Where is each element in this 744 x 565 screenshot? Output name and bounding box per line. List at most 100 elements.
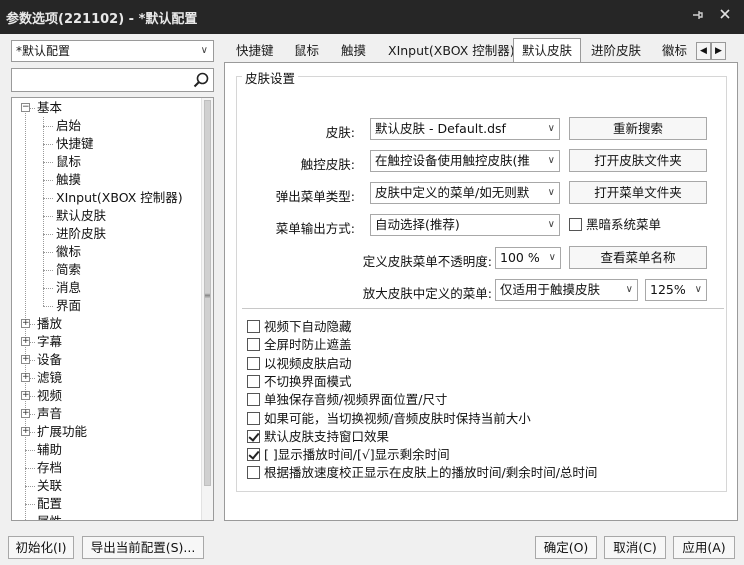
checkbox-box[interactable] <box>569 218 582 231</box>
option-checkbox[interactable]: 如果可能，当切换视频/音频皮肤时保持当前大小 <box>247 410 531 428</box>
rescan-button[interactable]: 重新搜索 <box>569 117 707 140</box>
tab-mouse[interactable]: 鼠标 <box>286 41 327 63</box>
menu-output-select[interactable]: 自动选择(推荐) ∨ <box>370 214 560 236</box>
initialize-button[interactable]: 初始化(I) <box>8 536 74 559</box>
checkbox-box[interactable] <box>247 320 260 333</box>
search-input[interactable] <box>11 68 214 92</box>
view-menu-names-button[interactable]: 查看菜单名称 <box>569 246 707 269</box>
tab-default-skin[interactable]: 默认皮肤 <box>513 38 582 63</box>
menu-opacity-select[interactable]: 100 % ∨ <box>495 247 561 269</box>
option-checkbox[interactable]: [ ]显示播放时间/[√]显示剩余时间 <box>247 446 450 464</box>
tab-advanced-skin[interactable]: 进阶皮肤 <box>583 41 649 63</box>
option-checkbox[interactable]: 根据播放速度校正显示在皮肤上的播放时间/剩余时间/总时间 <box>247 464 597 482</box>
tree-item-category[interactable]: 视频 <box>37 387 62 405</box>
profile-select[interactable]: *默认配置 ∨ <box>11 40 214 62</box>
tab-shortcuts[interactable]: 快捷键 <box>228 41 282 63</box>
checkbox-box[interactable] <box>247 338 260 352</box>
tab-logo[interactable]: 徽标 <box>654 41 695 63</box>
checkbox-box[interactable] <box>247 466 260 480</box>
close-icon[interactable] <box>716 8 734 26</box>
popup-menu-type-label: 弹出菜单类型: <box>275 189 355 204</box>
tree-item-page[interactable]: XInput(XBOX 控制器) <box>56 189 183 207</box>
ok-button[interactable]: 确定(O) <box>535 536 597 559</box>
tree-item-category[interactable]: 辅助 <box>37 441 62 459</box>
tree-item-page[interactable]: 触摸 <box>56 171 81 189</box>
checkbox-box[interactable] <box>247 429 260 443</box>
tree-item-category[interactable]: 存档 <box>37 459 62 477</box>
touch-skin-select-value: 在触控设备使用触控皮肤(推 <box>375 153 530 168</box>
checkbox-box[interactable] <box>247 411 260 425</box>
skin-select[interactable]: 默认皮肤 - Default.dsf ∨ <box>370 118 560 140</box>
dark-system-menu-checkbox[interactable]: 黑暗系统菜单 <box>569 216 661 234</box>
tree-item-category[interactable]: 属性 <box>37 513 62 520</box>
tree-item-page[interactable]: 默认皮肤 <box>56 207 106 225</box>
tab-scroll-right-icon[interactable]: ▶ <box>711 42 726 60</box>
chevron-down-icon: ∨ <box>623 280 633 300</box>
apply-button[interactable]: 应用(A) <box>673 536 735 559</box>
option-checkbox-label: 全屏时防止遮盖 <box>264 337 352 353</box>
pin-icon[interactable] <box>688 8 706 26</box>
option-checkbox[interactable]: 不切换界面模式 <box>247 373 352 391</box>
search-icon[interactable] <box>192 71 210 89</box>
tree-item-category[interactable]: 播放 <box>37 315 62 333</box>
tree-item-category[interactable]: 扩展功能 <box>37 423 87 441</box>
tree-item-page[interactable]: 简索 <box>56 261 81 279</box>
expand-icon[interactable]: + <box>21 427 30 436</box>
option-checkbox-label: 不切换界面模式 <box>264 373 352 389</box>
checkbox-box[interactable] <box>247 393 260 407</box>
checkbox-box[interactable] <box>247 356 260 370</box>
tab-touch[interactable]: 触摸 <box>333 41 374 63</box>
tab-xinput[interactable]: XInput(XBOX 控制器) <box>380 41 523 63</box>
settings-tree[interactable]: ≡ − 基本 启始 快捷键 鼠标 触摸 XInput(XBOX 控制器) 默认皮肤 进阶皮肤 徽标… <box>11 97 214 521</box>
option-checkbox[interactable]: 默认皮肤支持窗口效果 <box>247 428 389 446</box>
tree-item-category[interactable]: 字幕 <box>37 333 62 351</box>
expand-icon[interactable]: + <box>21 355 30 364</box>
tree-item-category[interactable]: 关联 <box>37 477 62 495</box>
tree-item-category[interactable]: 配置 <box>37 495 62 513</box>
option-checkbox[interactable]: 单独保存音频/视频界面位置/尺寸 <box>247 391 447 409</box>
expand-icon[interactable]: + <box>21 319 30 328</box>
tab-scroll-left-icon[interactable]: ◀ <box>696 42 711 60</box>
expand-icon[interactable]: + <box>21 337 30 346</box>
cancel-button[interactable]: 取消(C) <box>604 536 666 559</box>
expand-icon[interactable]: + <box>21 373 30 382</box>
tree-item-page[interactable]: 消息 <box>56 279 81 297</box>
option-checkbox[interactable]: 视频下自动隐藏 <box>247 318 352 336</box>
enlarge-menu-label: 放大皮肤中定义的菜单: <box>362 286 492 301</box>
collapse-icon[interactable]: − <box>21 103 30 112</box>
tree-connector-line <box>25 486 35 487</box>
tree-item-page[interactable]: 界面 <box>56 297 81 315</box>
enlarge-percent-select[interactable]: 125% ∨ <box>645 279 707 301</box>
open-skin-folder-button[interactable]: 打开皮肤文件夹 <box>569 149 707 172</box>
tree-connector-line <box>43 117 44 306</box>
open-menu-folder-button[interactable]: 打开菜单文件夹 <box>569 181 707 204</box>
tree-item-category[interactable]: 声音 <box>37 405 62 423</box>
option-checkbox-label: 根据播放速度校正显示在皮肤上的播放时间/剩余时间/总时间 <box>264 465 598 481</box>
tree-item-category[interactable]: 设备 <box>37 351 62 369</box>
export-config-button[interactable]: 导出当前配置(S)... <box>82 536 204 559</box>
option-checkbox[interactable]: 以视频皮肤启动 <box>247 355 352 373</box>
enlarge-menu-select-value: 仅适用于触摸皮肤 <box>500 282 601 297</box>
tree-item-category[interactable]: 基本 <box>37 99 62 117</box>
checkbox-box[interactable] <box>247 374 260 388</box>
touch-skin-select[interactable]: 在触控设备使用触控皮肤(推 ∨ <box>370 150 560 172</box>
tree-item-page[interactable]: 快捷键 <box>56 135 94 153</box>
enlarge-menu-select[interactable]: 仅适用于触摸皮肤 ∨ <box>495 279 638 301</box>
expand-icon[interactable]: + <box>21 409 30 418</box>
tree-item-page[interactable]: 徽标 <box>56 243 81 261</box>
tree-item-page[interactable]: 进阶皮肤 <box>56 225 106 243</box>
title-bar: 参数选项(221102) - *默认配置 <box>0 0 744 34</box>
tree-scrollbar[interactable]: ≡ <box>201 98 213 520</box>
chevron-down-icon: ∨ <box>545 183 555 203</box>
tree-item-page[interactable]: 启始 <box>56 117 81 135</box>
popup-menu-type-select[interactable]: 皮肤中定义的菜单/如无则默 ∨ <box>370 182 560 204</box>
tree-item-page[interactable]: 鼠标 <box>56 153 81 171</box>
chevron-down-icon: ∨ <box>200 45 208 56</box>
expand-icon[interactable]: + <box>21 391 30 400</box>
tree-connector-line <box>43 252 53 253</box>
option-checkbox[interactable]: 全屏时防止遮盖 <box>247 336 352 354</box>
tree-item-category[interactable]: 滤镜 <box>37 369 62 387</box>
checkbox-box[interactable] <box>247 448 260 462</box>
option-checkbox-label: 视频下自动隐藏 <box>264 319 352 334</box>
tree-connector-line <box>43 126 53 127</box>
